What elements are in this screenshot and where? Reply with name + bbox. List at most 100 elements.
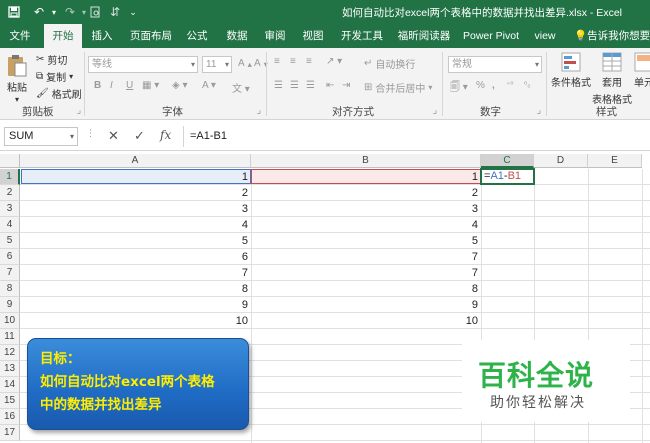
row-header-1[interactable]: 1 [0,169,20,185]
sort-icon[interactable]: ⇵ [108,4,122,20]
row-header-8[interactable]: 8 [0,281,20,297]
cell-b9[interactable]: 9 [251,297,481,313]
cell-a5[interactable]: 5 [21,233,251,249]
row-header-6[interactable]: 6 [0,249,20,265]
cell-a6[interactable]: 6 [21,249,251,265]
row-header-12[interactable]: 12 [0,345,20,361]
tab-home[interactable]: 开始 [44,24,82,48]
row-header-11[interactable]: 11 [0,329,20,345]
cell-b2[interactable]: 2 [251,185,481,201]
select-all-corner[interactable] [0,154,20,168]
copy-button[interactable]: ⧉ 复制 ▾ [36,69,73,84]
tab-data[interactable]: 数据 [222,24,252,48]
align-bottom-icon[interactable]: ≡ [306,56,312,67]
column-header-e[interactable]: E [588,154,642,168]
row-header-16[interactable]: 16 [0,409,20,425]
align-left-icon[interactable]: ☰ [274,80,283,91]
row-header-17[interactable]: 17 [0,425,20,441]
tab-file[interactable]: 文件 [4,24,36,48]
cancel-icon[interactable]: ✕ [108,128,119,144]
font-color-icon[interactable]: A ▾ [202,80,216,91]
cell-b10[interactable]: 10 [251,313,481,329]
row-header-13[interactable]: 13 [0,361,20,377]
row-header-9[interactable]: 9 [0,297,20,313]
formula-input[interactable]: =A1-B1 [183,126,646,147]
tell-me-search[interactable]: 💡告诉我你想要做 [574,24,650,48]
format-painter-button[interactable]: 🖌 格式刷 [36,86,82,101]
active-cell-c1[interactable]: =A1-B1 [480,168,535,185]
tab-view-en[interactable]: view [532,24,558,48]
increase-indent-icon[interactable]: ⇥ [342,80,350,91]
grow-font-button[interactable]: A ▴ [238,58,252,69]
save-icon[interactable] [6,4,22,20]
align-right-icon[interactable]: ☰ [306,80,315,91]
column-header-c[interactable]: C [481,154,534,168]
cell-b7[interactable]: 7 [251,265,481,281]
bold-button[interactable]: B [94,80,101,91]
merge-center-button[interactable]: ⊞ 合并后居中 ▾ [364,80,432,95]
conditional-format-button[interactable]: 条件格式 [551,52,591,89]
row-header-14[interactable]: 14 [0,377,20,393]
cell-b5[interactable]: 5 [251,233,481,249]
borders-icon[interactable]: ▦ ▾ [142,80,159,91]
font-size-select[interactable]: 11 ▾ [202,56,232,73]
cell-a8[interactable]: 8 [21,281,251,297]
name-box[interactable]: SUM ▾ [4,127,78,146]
tab-insert[interactable]: 插入 [86,24,118,48]
row-header-2[interactable]: 2 [0,185,20,201]
increase-decimal-icon[interactable]: ⁺⁰ [506,80,513,89]
redo-icon[interactable]: ↷ [62,4,78,20]
format-as-table-button[interactable]: 套用 表格格式 [592,52,632,106]
undo-icon[interactable]: ↶ [30,4,48,20]
font-name-select[interactable]: 等线 ▾ [88,56,198,73]
fill-color-icon[interactable]: ◈ ▾ [172,80,188,91]
cell-b8[interactable]: 8 [251,281,481,297]
tab-foxit-reader[interactable]: 福昕阅读器 [396,24,452,48]
paste-button[interactable]: 粘贴 ▾ [6,54,28,104]
cell-b1[interactable]: 1 [251,169,481,185]
dialog-launcher-icon[interactable]: ⌟ [428,104,442,118]
tab-formulas[interactable]: 公式 [182,24,212,48]
cell-b4[interactable]: 4 [251,217,481,233]
accounting-format-icon[interactable]: 🗐 ▾ [450,80,468,97]
phonetic-icon[interactable]: 文 ▾ [232,80,250,95]
tab-developer[interactable]: 开发工具 [338,24,386,48]
row-header-10[interactable]: 10 [0,313,20,329]
row-header-3[interactable]: 3 [0,201,20,217]
row-header-15[interactable]: 15 [0,393,20,409]
enter-icon[interactable]: ✓ [134,128,145,144]
align-center-icon[interactable]: ☰ [290,80,299,91]
tab-view[interactable]: 视图 [298,24,328,48]
underline-button[interactable]: U [126,80,133,91]
row-header-4[interactable]: 4 [0,217,20,233]
dialog-launcher-icon[interactable]: ⌟ [532,104,546,118]
cell-a9[interactable]: 9 [21,297,251,313]
tab-review[interactable]: 审阅 [260,24,290,48]
align-top-icon[interactable]: ≡ [274,56,280,67]
cell-a2[interactable]: 2 [21,185,251,201]
orientation-icon[interactable]: ↗ ▾ [326,56,342,67]
italic-button[interactable]: I [110,80,113,91]
wrap-text-button[interactable]: ↵ 自动换行 [364,56,415,71]
tab-power-pivot[interactable]: Power Pivot [462,24,520,48]
cell-b6[interactable]: 7 [251,249,481,265]
cell-a7[interactable]: 7 [21,265,251,281]
column-header-a[interactable]: A [20,154,251,168]
undo-dropdown-icon[interactable]: ▾ [50,4,58,20]
decrease-indent-icon[interactable]: ⇤ [326,80,334,91]
redo-dropdown-icon[interactable]: ▾ [80,4,88,20]
column-header-b[interactable]: B [251,154,481,168]
cell-a4[interactable]: 4 [21,217,251,233]
align-middle-icon[interactable]: ≡ [290,56,296,67]
row-header-5[interactable]: 5 [0,233,20,249]
percent-button[interactable]: % [476,80,485,91]
number-format-select[interactable]: 常规 ▾ [448,56,542,73]
cut-button[interactable]: ✂ 剪切 [36,52,67,67]
column-header-d[interactable]: D [534,154,588,168]
row-header-7[interactable]: 7 [0,265,20,281]
cell-styles-button[interactable]: 单元 [634,52,650,89]
dialog-launcher-icon[interactable]: ⌟ [252,104,266,118]
decrease-decimal-icon[interactable]: ⁰₀ [524,80,531,89]
comma-button[interactable]: , [492,80,495,91]
cell-a3[interactable]: 3 [21,201,251,217]
